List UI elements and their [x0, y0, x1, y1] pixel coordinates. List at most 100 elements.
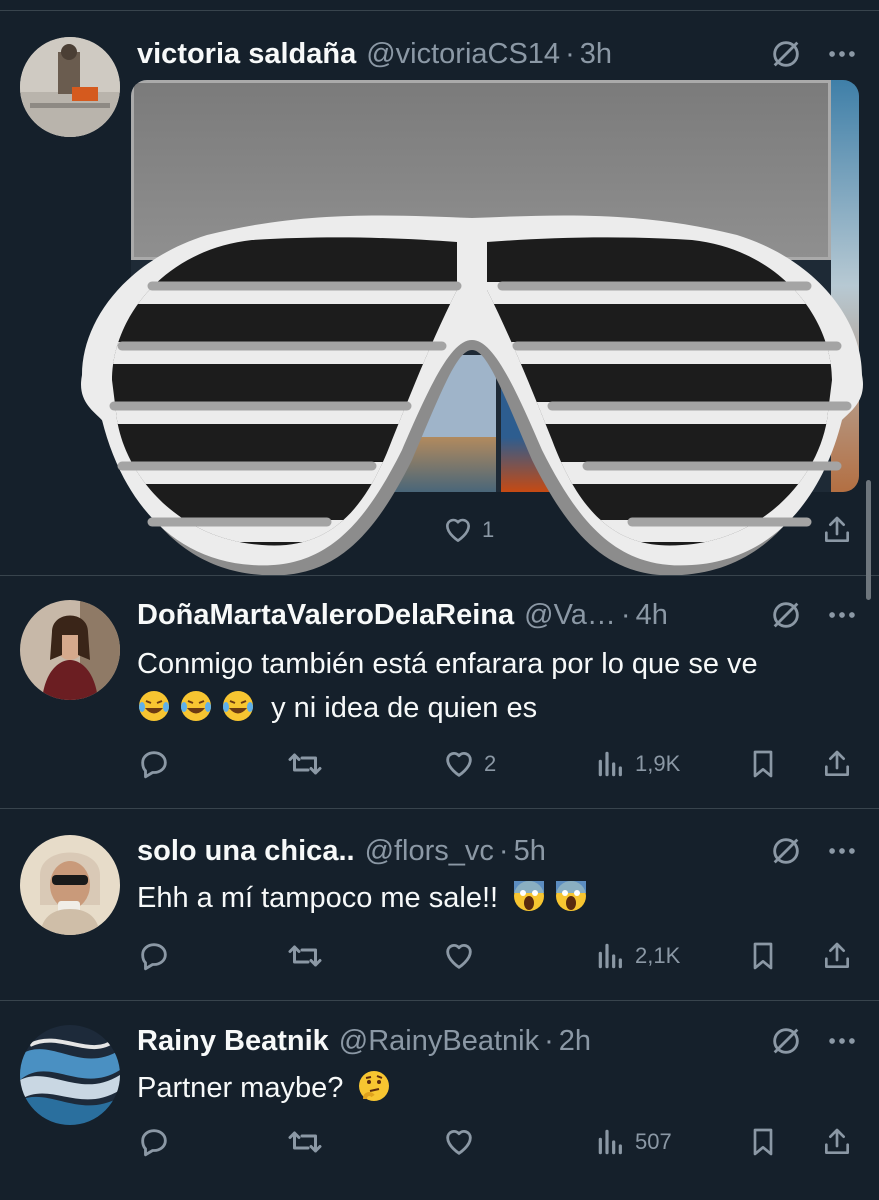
timestamp[interactable]: 4h	[636, 599, 668, 632]
bookmark-icon	[747, 1126, 779, 1158]
share-button[interactable]	[821, 1122, 853, 1162]
tweet-text-words: Partner maybe?	[137, 1072, 344, 1104]
tweet-actions: 2 1,9K	[137, 744, 859, 784]
user-handle[interactable]: @victoriaCS14	[366, 38, 560, 71]
views-icon	[595, 748, 627, 780]
like-button[interactable]: 1	[442, 510, 494, 550]
screaming-face-emoji-icon	[514, 881, 545, 911]
share-button[interactable]	[821, 936, 853, 976]
display-name[interactable]: Rainy Beatnik	[137, 1025, 329, 1058]
view-count: 507	[635, 1129, 672, 1154]
view-count: 1,9K	[635, 751, 681, 776]
tweet-text: Partner maybe?	[137, 1066, 859, 1110]
tweet-text-line-2-words: y ni idea de quien es	[271, 692, 538, 724]
tweet-header: victoria saldaña @victoriaCS14 · 3h	[137, 34, 859, 74]
timestamp[interactable]: 5h	[514, 835, 546, 868]
slashed-circle-icon[interactable]	[769, 1024, 803, 1058]
avatar[interactable]	[20, 1025, 120, 1125]
tweet-3[interactable]: solo una chica.. @flors_vc · 5h Ehh a mí…	[0, 808, 879, 1000]
avatar[interactable]	[20, 37, 120, 137]
laughing-tears-emoji-icon	[223, 691, 253, 721]
slashed-circle-icon[interactable]	[769, 834, 803, 868]
bookmark-button[interactable]	[747, 936, 779, 976]
separator: ·	[565, 37, 575, 70]
tweet-header: Rainy Beatnik @RainyBeatnik · 2h	[137, 1021, 859, 1061]
more-dots-icon[interactable]	[825, 1024, 859, 1058]
display-name[interactable]: victoria saldaña	[137, 38, 356, 71]
heart-icon	[442, 1125, 476, 1159]
more-dots-icon[interactable]	[825, 598, 859, 632]
avatar[interactable]	[20, 835, 120, 935]
tweet-text: Conmigo también está enfarara por lo que…	[137, 642, 859, 730]
like-button[interactable]	[442, 1122, 476, 1162]
heart-icon	[442, 939, 476, 973]
tweet-text: Ehh a mí tampoco me sale!!	[137, 876, 859, 920]
tweet-actions: 2,1K	[137, 936, 859, 976]
reply-icon	[137, 747, 171, 781]
like-count: 2	[484, 751, 497, 776]
reply-icon	[137, 939, 171, 973]
like-button[interactable]: 2	[442, 744, 496, 784]
view-count: 2,1K	[635, 943, 681, 968]
separator: ·	[544, 1024, 554, 1057]
timestamp[interactable]: 3h	[580, 38, 612, 71]
views-button[interactable]: 507	[595, 1122, 672, 1162]
tweet-text-line-1: Conmigo también está enfarara por lo que…	[137, 648, 758, 680]
tweet-text-words: Ehh a mí tampoco me sale!!	[137, 882, 499, 914]
separator: ·	[620, 598, 631, 631]
bookmark-button[interactable]	[747, 744, 779, 784]
tweet-text-line-2: y ni idea de quien es	[137, 686, 859, 730]
reply-button[interactable]	[137, 744, 171, 784]
share-button[interactable]	[821, 744, 853, 784]
tweet-actions: 1	[137, 510, 859, 550]
tweet-1[interactable]: victoria saldaña @victoriaCS14 · 3h 1	[0, 0, 879, 576]
more-dots-icon[interactable]	[825, 834, 859, 868]
tweet-actions: 507	[137, 1122, 859, 1162]
share-button[interactable]	[821, 510, 853, 550]
display-name[interactable]: DoñaMartaValeroDelaReina	[137, 599, 514, 632]
avatar[interactable]	[20, 600, 120, 700]
bookmark-icon	[747, 748, 779, 780]
heart-icon	[442, 514, 474, 546]
thinking-face-emoji-icon	[359, 1071, 390, 1101]
share-icon	[821, 748, 853, 780]
separator: ·	[498, 834, 509, 867]
views-icon	[595, 940, 627, 972]
retweet-icon	[287, 938, 323, 974]
heart-icon	[442, 747, 476, 781]
laughing-tears-emoji-icon	[139, 691, 169, 721]
timestamp[interactable]: 2h	[559, 1025, 591, 1058]
share-icon	[821, 514, 853, 546]
bookmark-icon	[747, 940, 779, 972]
views-button[interactable]: 1,9K	[595, 744, 680, 784]
retweet-icon	[287, 1124, 323, 1160]
retweet-button[interactable]	[287, 936, 323, 976]
views-button[interactable]: 2,1K	[595, 936, 680, 976]
tweet-4[interactable]: Rainy Beatnik @RainyBeatnik · 2h Partner…	[0, 1000, 879, 1200]
reply-button[interactable]	[137, 936, 171, 976]
retweet-icon	[287, 746, 323, 782]
more-dots-icon[interactable]	[825, 37, 859, 71]
like-button[interactable]	[442, 936, 476, 976]
tweet-2[interactable]: DoñaMartaValeroDelaReina @Va… · 4h Conmi…	[0, 575, 879, 808]
slashed-circle-icon[interactable]	[769, 37, 803, 71]
views-icon	[595, 1126, 627, 1158]
share-icon	[821, 940, 853, 972]
tweet-header: DoñaMartaValeroDelaReina @Va… · 4h	[137, 595, 859, 635]
like-count: 1	[482, 517, 495, 542]
slashed-circle-icon[interactable]	[769, 598, 803, 632]
reply-icon	[137, 1125, 171, 1159]
retweet-button[interactable]	[287, 1122, 323, 1162]
laughing-tears-emoji-icon	[181, 691, 211, 721]
share-icon	[821, 1126, 853, 1158]
user-handle[interactable]: @RainyBeatnik	[339, 1025, 539, 1058]
scrollbar[interactable]	[866, 480, 871, 600]
retweet-button[interactable]	[287, 744, 323, 784]
screaming-face-emoji-icon	[556, 881, 587, 911]
bookmark-button[interactable]	[747, 1122, 779, 1162]
user-handle[interactable]: @flors_vc	[365, 835, 494, 868]
user-handle[interactable]: @Va…	[524, 599, 616, 632]
tweet-header: solo una chica.. @flors_vc · 5h	[137, 831, 859, 871]
display-name[interactable]: solo una chica..	[137, 835, 355, 868]
reply-button[interactable]	[137, 1122, 171, 1162]
